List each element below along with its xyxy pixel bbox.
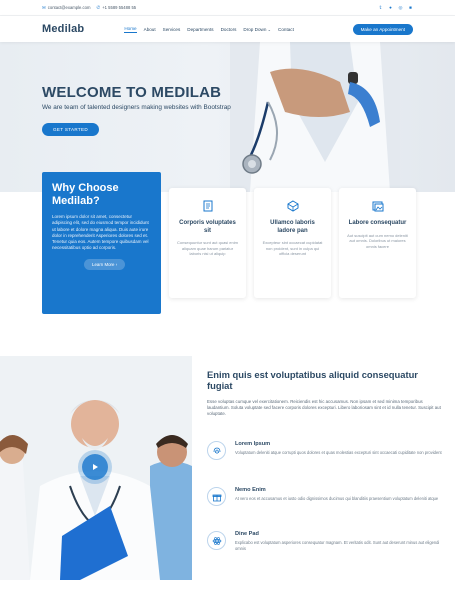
contact-info: ✉ contact@example.com ✆ +1 5589 55488 55 (42, 5, 136, 11)
feature-card: Ullamco laboris ladore pan Excepteur sin… (254, 188, 331, 298)
appointment-button[interactable]: Make an Appointment (352, 23, 413, 35)
instagram-icon[interactable]: ◎ (398, 5, 403, 10)
feature-card: Labore consequatur Aut suscipit aut cum … (339, 188, 416, 298)
hero-section: WELCOME TO MEDILAB We are team of talent… (0, 42, 455, 192)
hero-subtitle: We are team of talented designers making… (42, 104, 231, 111)
main-nav: Home About Services Departments Doctors … (124, 26, 294, 33)
fingerprint-icon (207, 441, 226, 460)
card-text: Aut suscipit aut cum nemo deleniti aut o… (347, 232, 408, 249)
phone-text: +1 5589 55488 55 (102, 4, 137, 10)
gift-icon (207, 487, 226, 506)
feature-title: Dine Pad (235, 531, 259, 537)
nav-departments[interactable]: Departments (187, 27, 213, 32)
email-contact[interactable]: ✉ contact@example.com (42, 5, 90, 11)
why-choose-box: Why Choose Medilab? Lorem ipsum dolor si… (42, 172, 161, 314)
hero-title: WELCOME TO MEDILAB (42, 84, 222, 101)
learn-more-label: Learn More (92, 261, 115, 267)
hero-doctor-image (230, 42, 400, 192)
play-video-button[interactable] (82, 454, 108, 480)
nav-drop-down-label: Drop Down (243, 26, 267, 32)
nav-drop-down[interactable]: Drop Down ⌄ (243, 27, 271, 32)
linkedin-icon[interactable]: ■ (408, 5, 413, 10)
facebook-icon[interactable]: ● (388, 5, 393, 10)
topbar: ✉ contact@example.com ✆ +1 5589 55488 55 𝕥… (0, 0, 455, 16)
cube-icon (287, 200, 298, 212)
images-icon (372, 201, 383, 212)
learn-more-button[interactable]: Learn More › (84, 258, 126, 270)
email-text: contact@example.com (47, 4, 91, 10)
nav-contact[interactable]: Contact (278, 27, 294, 32)
logo[interactable]: Medilab (42, 23, 84, 35)
feature-text: Explicabo est voluptatum asperiores cons… (235, 540, 440, 551)
social-links: 𝕥 ● ◎ ■ (378, 5, 413, 10)
card-text: Consequuntur sunt aut quasi enim aliquam… (177, 240, 238, 257)
feature-text: At vero eos et accusamus et iusto odio d… (235, 496, 439, 501)
nav-services[interactable]: Services (163, 27, 181, 32)
phone-contact[interactable]: ✆ +1 5589 55488 55 (96, 5, 136, 11)
get-started-button[interactable]: GET STARTED (42, 123, 99, 136)
chevron-right-icon: › (115, 261, 118, 267)
card-text: Excepteur sint occaecat cupidatat non pr… (262, 240, 323, 257)
phone-icon: ✆ (96, 4, 101, 10)
twitter-icon[interactable]: 𝕥 (378, 5, 383, 10)
about-title: Enim quis est voluptatibus aliquid conse… (207, 369, 418, 391)
card-title: Corporis voluptates sit (179, 220, 236, 234)
nav-home[interactable]: Home (124, 26, 137, 33)
play-icon (93, 464, 98, 470)
receipt-icon (203, 200, 212, 212)
atom-icon (207, 531, 226, 550)
feature-text: Voluptatum deleniti atque corrupti quos … (235, 450, 442, 455)
why-title: Why Choose Medilab? (52, 182, 119, 207)
card-title: Labore consequatur (348, 220, 407, 226)
site-header: Medilab Home About Services Departments … (0, 16, 455, 42)
why-text: Lorem ipsum dolor sit amet, consectetur … (52, 214, 149, 251)
envelope-icon: ✉ (42, 4, 46, 10)
about-text: Esse voluptas cumque vel exercitationem.… (207, 399, 441, 417)
nav-doctors[interactable]: Doctors (221, 27, 237, 32)
feature-title: Nemo Enim (235, 487, 266, 493)
feature-title: Lorem Ipsum (235, 441, 271, 447)
chevron-down-icon: ⌄ (267, 26, 272, 32)
nav-about[interactable]: About (144, 27, 156, 32)
card-title: Ullamco laboris ladore pan (270, 220, 315, 234)
feature-card: Corporis voluptates sit Consequuntur sun… (169, 188, 246, 298)
